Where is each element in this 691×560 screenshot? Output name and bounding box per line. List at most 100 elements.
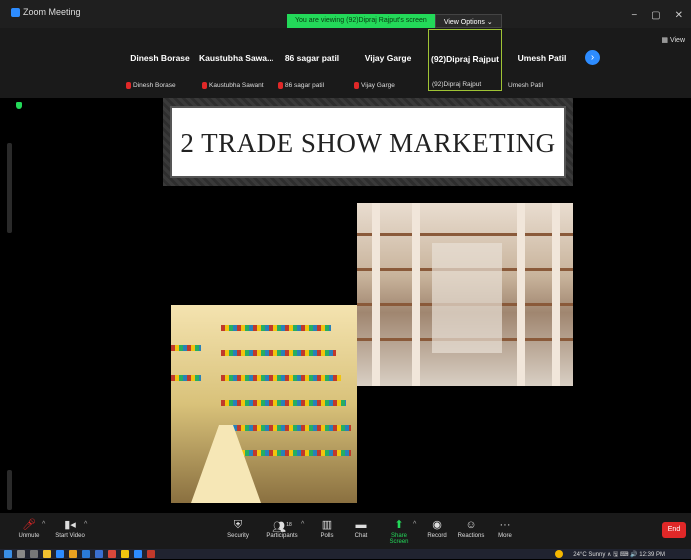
participants-caret-icon[interactable]: ^ xyxy=(301,521,304,528)
shelf-row xyxy=(171,375,201,381)
polls-label: Polls xyxy=(320,533,334,539)
participant-label-text: Dinesh Borase xyxy=(133,82,176,89)
participant-tile-active-speaker[interactable]: (92)Dipraj Rajput (92)Dipraj Rajput xyxy=(428,29,502,91)
start-video-label: Start Video xyxy=(55,533,85,539)
unmute-button[interactable]: 🎤︎ Unmute xyxy=(14,517,44,539)
record-icon: ◉ xyxy=(432,519,442,531)
minimize-button[interactable]: − xyxy=(631,10,637,21)
view-options-button[interactable]: View Options ⌄ xyxy=(434,14,502,28)
word-icon[interactable] xyxy=(95,550,103,558)
reactions-label: Reactions xyxy=(457,533,485,539)
maximize-button[interactable]: ▢ xyxy=(651,10,660,21)
audio-options-caret-icon[interactable]: ^ xyxy=(42,521,45,528)
participant-label: Vijay Garge xyxy=(354,82,395,89)
more-label: More xyxy=(498,533,512,539)
video-off-icon: ▮◂ xyxy=(64,519,76,531)
zoom-taskbar-icon[interactable] xyxy=(134,550,142,558)
app-taskbar-icon[interactable] xyxy=(147,550,155,558)
participant-tile[interactable]: 86 sagar patil 86 sagar patil xyxy=(275,29,349,91)
participant-name: Umesh Patil xyxy=(517,53,567,63)
record-button[interactable]: ◉ Record xyxy=(424,517,450,539)
store-icon[interactable] xyxy=(69,550,77,558)
more-button[interactable]: ··· More xyxy=(494,517,516,539)
mall-column xyxy=(372,203,380,386)
left-panel-handle-lower[interactable] xyxy=(7,470,12,510)
mic-muted-icon xyxy=(202,82,207,89)
video-options-caret-icon[interactable]: ^ xyxy=(84,521,87,528)
participants-icon: 👥︎18 xyxy=(272,521,292,534)
taskbar-icons xyxy=(4,550,155,558)
share-options-caret-icon[interactable]: ^ xyxy=(413,521,416,528)
shopping-mall-image xyxy=(357,203,573,386)
start-video-button[interactable]: ▮◂ Start Video xyxy=(52,517,88,539)
participant-label-text: Vijay Garge xyxy=(361,82,395,89)
weather-sunny-icon[interactable] xyxy=(555,550,563,558)
participant-tile[interactable]: Dinesh Borase Dinesh Borase xyxy=(123,29,197,91)
search-icon[interactable] xyxy=(17,550,25,558)
shelf-row xyxy=(221,400,346,406)
mic-muted-icon: 🎤︎ xyxy=(22,519,36,531)
participant-name: Vijay Garge xyxy=(364,53,412,63)
mail-icon[interactable] xyxy=(82,550,90,558)
participant-tile[interactable]: Kaustubha Sawa... Kaustubha Sawant xyxy=(199,29,273,91)
participant-label-text: Kaustubha Sawant xyxy=(209,82,264,89)
supermarket-aisle-image xyxy=(171,305,357,503)
shelf-row xyxy=(171,345,201,351)
participant-label: Kaustubha Sawant xyxy=(202,82,264,89)
mic-muted-icon xyxy=(354,82,359,89)
view-button[interactable]: ▦ View xyxy=(661,36,685,44)
participants-button[interactable]: 👥︎18 Participants xyxy=(262,517,302,539)
gallery-next-arrow-icon[interactable]: › xyxy=(585,50,600,65)
shared-screen-area: 2 TRADE SHOW MARKETING xyxy=(0,98,691,513)
viewing-screen-text: You are viewing (92)Dipraj Rajput's scre… xyxy=(287,14,435,28)
participant-name: 86 sagar patil xyxy=(284,53,340,63)
chrome-icon[interactable] xyxy=(121,550,129,558)
polls-button[interactable]: ▥ Polls xyxy=(316,517,338,539)
more-icon: ··· xyxy=(499,519,511,531)
powerpoint-icon[interactable] xyxy=(108,550,116,558)
reactions-button[interactable]: ☺ Reactions xyxy=(456,517,486,539)
encryption-shield-icon[interactable] xyxy=(16,102,22,109)
end-meeting-button[interactable]: End xyxy=(662,522,686,538)
mall-column xyxy=(412,203,420,386)
chat-button[interactable]: ▬ Chat xyxy=(350,517,372,539)
mic-muted-icon xyxy=(126,82,131,89)
mall-column xyxy=(552,203,560,386)
chat-icon: ▬ xyxy=(355,519,367,531)
participant-label: Umesh Patil xyxy=(508,82,543,89)
window-controls: − ▢ ✕ xyxy=(631,10,683,21)
chat-label: Chat xyxy=(354,533,368,539)
left-panel-handle[interactable] xyxy=(7,143,12,233)
participants-count: 18 xyxy=(286,522,292,528)
edge-browser-icon[interactable] xyxy=(56,550,64,558)
file-explorer-icon[interactable] xyxy=(43,550,51,558)
participant-label: (92)Dipraj Rajput xyxy=(432,81,481,88)
participant-tile[interactable]: Umesh Patil Umesh Patil xyxy=(505,29,579,91)
participant-label-text: (92)Dipraj Rajput xyxy=(432,81,482,88)
participant-label-text: Umesh Patil xyxy=(508,82,544,89)
participant-tile[interactable]: Vijay Garge Vijay Garge xyxy=(351,29,425,91)
participant-label: 86 sagar patil xyxy=(278,82,324,89)
mall-atrium xyxy=(432,243,502,353)
shelf-row xyxy=(221,350,336,356)
shelf-row xyxy=(221,375,341,381)
shelf-row xyxy=(221,325,331,331)
reactions-icon: ☺ xyxy=(465,519,477,531)
shield-icon: ⛨ xyxy=(233,519,243,531)
share-screen-icon: ⬆ xyxy=(394,519,404,531)
mall-floor-line xyxy=(357,233,573,236)
slide-title: 2 TRADE SHOW MARKETING xyxy=(180,128,556,158)
mall-column xyxy=(517,203,525,386)
close-button[interactable]: ✕ xyxy=(675,10,683,21)
mic-muted-icon xyxy=(278,82,283,89)
shelf-row xyxy=(221,425,351,431)
polls-icon: ▥ xyxy=(321,519,333,531)
participant-name: (92)Dipraj Rajput xyxy=(430,54,499,64)
task-view-icon[interactable] xyxy=(30,550,38,558)
meeting-toolbar: 🎤︎ Unmute ^ ▮◂ Start Video ^ ⛨ Security … xyxy=(0,513,691,549)
security-button[interactable]: ⛨ Security xyxy=(224,517,252,539)
share-screen-button[interactable]: ⬆ Share Screen xyxy=(382,517,416,545)
slide-title-box: 2 TRADE SHOW MARKETING xyxy=(170,106,566,178)
participants-label: Participants xyxy=(266,533,298,539)
windows-start-icon[interactable] xyxy=(4,550,12,558)
